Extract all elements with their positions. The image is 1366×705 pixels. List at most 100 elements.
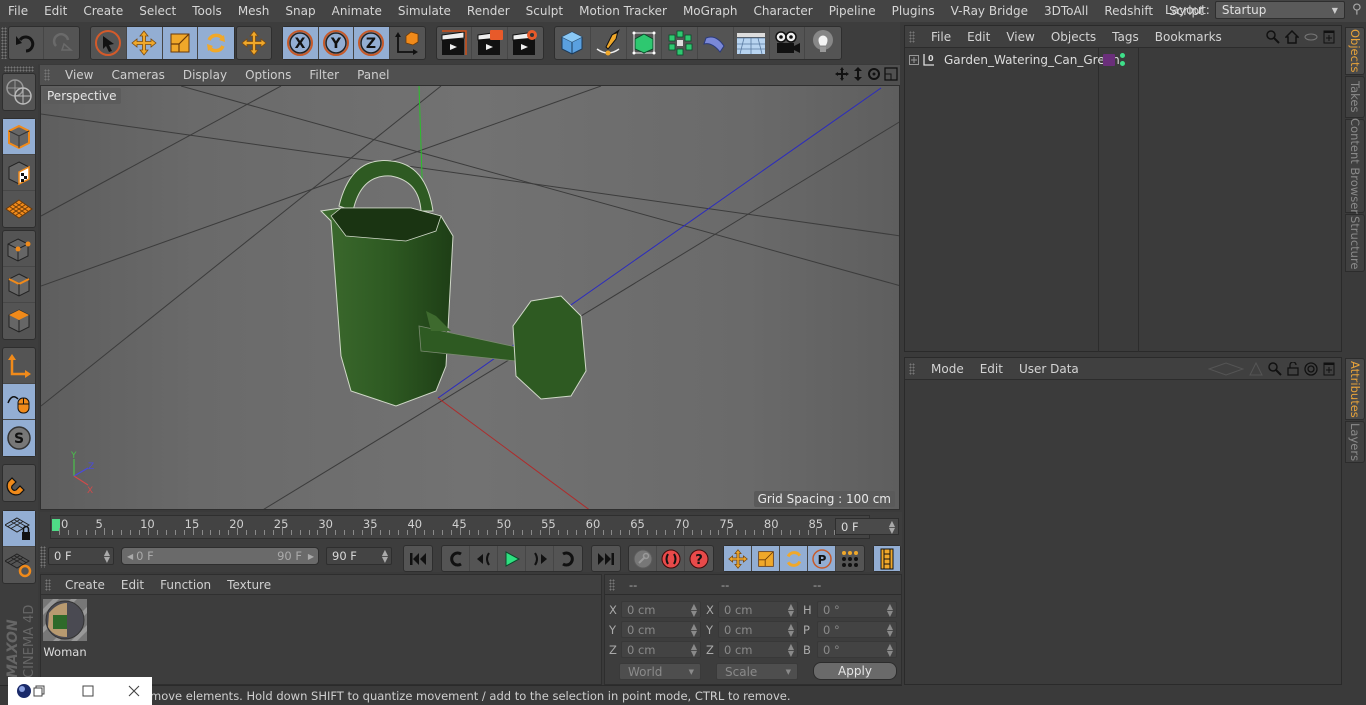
- target-icon[interactable]: [1304, 362, 1318, 376]
- polygons-mode-button[interactable]: [3, 303, 35, 339]
- menu-vray-bridge[interactable]: V-Ray Bridge: [943, 4, 1036, 18]
- undo-button[interactable]: [9, 27, 45, 59]
- lock-icon[interactable]: [1287, 362, 1299, 376]
- material-menu-edit[interactable]: Edit: [113, 578, 152, 592]
- tab-takes[interactable]: Takes: [1345, 76, 1365, 118]
- viewport-camera-label[interactable]: Perspective: [43, 88, 121, 104]
- rotation-key-button[interactable]: [780, 546, 808, 571]
- link-icon[interactable]: [1304, 30, 1318, 44]
- leftbar-grip[interactable]: [4, 66, 34, 72]
- tweak-mode-button[interactable]: [3, 384, 35, 420]
- home-icon[interactable]: [1285, 30, 1299, 44]
- restore-icon[interactable]: [33, 685, 45, 697]
- apply-button[interactable]: Apply: [813, 662, 897, 680]
- objects-menu-bookmarks[interactable]: Bookmarks: [1147, 30, 1230, 44]
- editor-visibility-dot[interactable]: [1120, 53, 1125, 58]
- range-right-arrow-icon[interactable]: ▶: [308, 552, 314, 561]
- viewport-menu-options[interactable]: Options: [236, 68, 300, 82]
- toolbar-grip[interactable]: [1, 27, 7, 59]
- menu-3dtoall[interactable]: 3DToAll: [1036, 4, 1096, 18]
- attributes-menu-mode[interactable]: Mode: [923, 362, 972, 376]
- objects-menu-tags[interactable]: Tags: [1104, 30, 1147, 44]
- recent-tool-button[interactable]: [237, 27, 271, 59]
- expand-plus-icon[interactable]: [909, 55, 919, 65]
- menu-pipeline[interactable]: Pipeline: [821, 4, 884, 18]
- autokey-button[interactable]: [657, 546, 685, 571]
- current-frame-field[interactable]: 0 F ▲ ▼: [835, 518, 899, 535]
- rotate-view-icon[interactable]: [867, 67, 881, 81]
- tab-structure[interactable]: Structure: [1345, 214, 1365, 272]
- position-key-button[interactable]: [724, 546, 752, 571]
- menu-mesh[interactable]: Mesh: [230, 4, 278, 18]
- menu-mograph[interactable]: MoGraph: [675, 4, 746, 18]
- objects-menu-edit[interactable]: Edit: [959, 30, 998, 44]
- coordinate-system-button[interactable]: [390, 27, 425, 59]
- move-button[interactable]: [126, 27, 163, 59]
- close-icon[interactable]: [128, 685, 140, 697]
- 3d-viewport[interactable]: Perspective Y Z X Grid Spacing : 100 cm: [40, 85, 900, 510]
- rotate-button[interactable]: [198, 27, 234, 59]
- pos-z-field[interactable]: 0 cm ▲ ▼: [621, 641, 701, 658]
- attribute-manager-grip[interactable]: [909, 362, 915, 375]
- tab-layers[interactable]: Layers: [1345, 421, 1365, 463]
- end-frame-field[interactable]: 90 F ▲ ▼: [326, 547, 392, 565]
- menu-redshift[interactable]: Redshift: [1096, 4, 1161, 18]
- pos-x-field[interactable]: 0 cm ▲ ▼: [621, 601, 701, 618]
- cloner-button[interactable]: [662, 27, 698, 59]
- rot-p-field[interactable]: 0 ° ▲ ▼: [817, 621, 897, 638]
- render-picture-viewer-button[interactable]: [472, 27, 508, 59]
- attributes-menu-edit[interactable]: Edit: [972, 362, 1011, 376]
- edges-mode-button[interactable]: [3, 267, 35, 303]
- object-row[interactable]: 0 Garden_Watering_Can_Green: [905, 50, 1341, 70]
- frame-range-slider[interactable]: ◀ 0 F 90 F ▶: [121, 547, 319, 565]
- objects-menu-file[interactable]: File: [923, 30, 959, 44]
- record-key-button[interactable]: [629, 546, 657, 571]
- up-arrow-icon[interactable]: [1249, 362, 1263, 376]
- go-to-start-button[interactable]: [404, 546, 432, 571]
- viewport-menu-panel[interactable]: Panel: [348, 68, 398, 82]
- object-manager-grip[interactable]: [909, 30, 915, 43]
- material-menu-function[interactable]: Function: [152, 578, 219, 592]
- menu-tools[interactable]: Tools: [184, 4, 230, 18]
- point-level-key-button[interactable]: [836, 546, 864, 571]
- coordinates-grip[interactable]: [609, 578, 615, 591]
- coordinate-mode-select[interactable]: Scale ▼: [716, 663, 798, 680]
- parameter-key-button[interactable]: P: [808, 546, 836, 571]
- maximize-view-icon[interactable]: [884, 67, 898, 81]
- camera-button[interactable]: [770, 27, 806, 59]
- render-settings-button[interactable]: [508, 27, 543, 59]
- model-mode-button[interactable]: [3, 119, 35, 155]
- minimized-window-thumbnail[interactable]: [8, 677, 152, 705]
- menu-select[interactable]: Select: [131, 4, 184, 18]
- timeline-ruler[interactable]: 051015202530354045505560657075808590: [50, 515, 870, 539]
- axis-mode-button[interactable]: [3, 348, 35, 384]
- tab-attributes[interactable]: Attributes: [1345, 358, 1365, 420]
- transport-grip[interactable]: [40, 546, 46, 568]
- menu-edit[interactable]: Edit: [36, 4, 75, 18]
- objects-menu-view[interactable]: View: [998, 30, 1042, 44]
- render-visibility-dot[interactable]: [1120, 61, 1125, 66]
- search-icon[interactable]: ⚲: [1352, 2, 1362, 17]
- maximize-icon[interactable]: [82, 685, 94, 697]
- layer-color-swatch[interactable]: [1103, 54, 1115, 66]
- layout-dropdown[interactable]: Startup ▼: [1214, 1, 1345, 19]
- viewport-menu-filter[interactable]: Filter: [300, 68, 348, 82]
- size-x-field[interactable]: 0 cm ▲ ▼: [718, 601, 798, 618]
- cube-button[interactable]: [555, 27, 591, 59]
- lock-workplane-button[interactable]: [3, 511, 35, 547]
- menu-animate[interactable]: Animate: [324, 4, 390, 18]
- next-frame-button[interactable]: [526, 546, 554, 571]
- tab-content-browser[interactable]: Content Browser: [1345, 118, 1365, 214]
- next-key-button[interactable]: [554, 546, 582, 571]
- keyframe-selection-button[interactable]: ?: [685, 546, 713, 571]
- spin-arrows-icon[interactable]: ▲ ▼: [104, 549, 110, 564]
- texture-mode-button[interactable]: [3, 155, 35, 191]
- subdivision-surface-button[interactable]: [627, 27, 663, 59]
- new-panel-icon[interactable]: [1323, 362, 1335, 376]
- play-button[interactable]: [498, 546, 526, 571]
- tab-objects[interactable]: Objects: [1345, 27, 1365, 75]
- search-icon[interactable]: [1268, 362, 1282, 376]
- rot-b-field[interactable]: 0 ° ▲ ▼: [817, 641, 897, 658]
- size-y-field[interactable]: 0 cm ▲ ▼: [718, 621, 798, 638]
- snap-button[interactable]: [3, 465, 35, 501]
